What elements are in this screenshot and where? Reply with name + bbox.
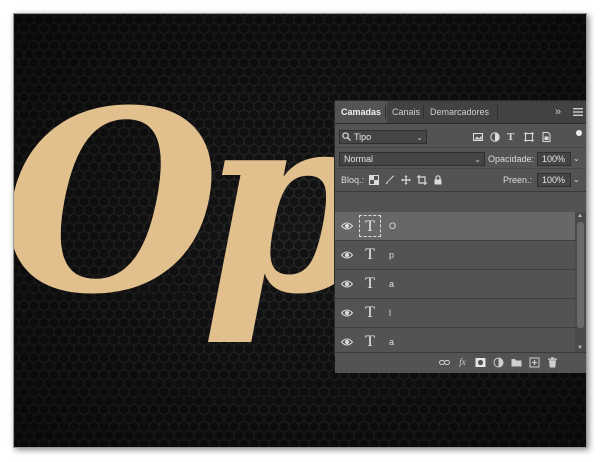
collapse-panel-button[interactable]: » (555, 101, 561, 123)
type-layer-thumbnail: T (365, 275, 375, 292)
layer-name[interactable]: l (389, 299, 391, 328)
opacity-label: Opacidade: (488, 154, 535, 164)
lock-artboard-icon[interactable] (417, 175, 427, 185)
fill-input[interactable]: 100% (537, 173, 571, 187)
opacity-input[interactable]: 100% (537, 152, 571, 166)
layer-name[interactable]: p (389, 241, 394, 270)
blend-mode-select[interactable]: Normal ⌄ (339, 152, 485, 166)
type-layer-thumbnail: T (365, 304, 375, 321)
layer-name[interactable]: a (389, 270, 394, 299)
lock-transparent-icon[interactable] (369, 175, 379, 185)
filter-kind-label: Tipo (354, 132, 372, 142)
tab-camadas[interactable]: Camadas (335, 101, 388, 123)
layer-list: T O T p T a T l T a (335, 212, 575, 352)
image-filter-icon[interactable] (473, 132, 483, 142)
layer-name[interactable]: a (389, 328, 394, 352)
fill-label: Preen.: (503, 175, 533, 185)
new-layer-icon[interactable] (529, 357, 540, 368)
search-icon (342, 132, 351, 141)
type-layer-thumbnail: T (359, 215, 381, 237)
eye-visibility-icon[interactable] (341, 337, 353, 347)
blend-mode-value: Normal (344, 154, 374, 164)
link-icon[interactable] (439, 357, 450, 368)
adjustment-filter-icon[interactable] (490, 132, 500, 142)
eye-visibility-icon[interactable] (341, 279, 353, 289)
photoshop-window: Opc Camadas Canais Demarcadores » Tipo ⌄… (13, 13, 587, 448)
type-layer-thumbnail: T (365, 246, 375, 263)
hamburger-menu-icon[interactable] (573, 107, 583, 117)
filter-kind-select[interactable]: Tipo ⌄ (339, 130, 427, 144)
layer-row[interactable]: T l (335, 299, 575, 328)
lock-all-icon[interactable] (433, 175, 443, 185)
type-filter-icon[interactable]: T (507, 131, 514, 143)
adjustment-icon[interactable] (493, 357, 504, 368)
layer-row[interactable]: T a (335, 328, 575, 352)
chevron-down-icon: ⌄ (416, 133, 423, 142)
fill-dropdown-icon[interactable]: ⌄ (573, 173, 580, 187)
lock-row: Bloq.: Preen.: 100% ⌄ (335, 168, 586, 192)
eye-visibility-icon[interactable] (341, 308, 353, 318)
opacity-dropdown-icon[interactable]: ⌄ (573, 152, 580, 166)
chevron-down-icon: ⌄ (474, 155, 481, 164)
trash-icon[interactable] (547, 357, 558, 368)
layer-list-scrollbar[interactable]: ▲ ▼ (575, 212, 586, 352)
scroll-up-arrow-icon[interactable]: ▲ (577, 213, 583, 219)
filter-toggle-switch[interactable] (576, 130, 582, 136)
type-layer-thumbnail: T (365, 333, 375, 350)
panel-footer: fx (335, 352, 586, 373)
tab-demarcadores[interactable]: Demarcadores (424, 101, 495, 123)
panel-tab-bar: Camadas Canais Demarcadores » (335, 101, 586, 124)
fx-icon[interactable]: fx (457, 357, 468, 368)
layer-name[interactable]: O (389, 212, 396, 241)
scrollbar-thumb[interactable] (577, 222, 584, 328)
layer-row[interactable]: T p (335, 241, 575, 270)
tab-separator (497, 105, 498, 119)
shape-filter-icon[interactable] (524, 132, 534, 142)
tab-canais[interactable]: Canais (386, 101, 426, 123)
layer-row[interactable]: T a (335, 270, 575, 299)
scroll-down-arrow-icon[interactable]: ▼ (577, 345, 583, 351)
lock-brush-icon[interactable] (385, 175, 395, 185)
filter-row: Tipo ⌄ T (335, 127, 586, 147)
lock-move-icon[interactable] (401, 175, 411, 185)
mask-icon[interactable] (475, 357, 486, 368)
blend-row: Normal ⌄ Opacidade: 100% ⌄ (335, 147, 586, 168)
opacity-value: 100% (542, 154, 566, 164)
fill-value: 100% (542, 175, 566, 185)
layer-row-selected[interactable]: T O (335, 212, 575, 241)
layers-panel: Camadas Canais Demarcadores » Tipo ⌄ T N… (334, 100, 586, 373)
eye-visibility-icon[interactable] (341, 250, 353, 260)
eye-visibility-icon[interactable] (341, 221, 353, 231)
folder-icon[interactable] (511, 357, 522, 368)
smart-object-filter-icon[interactable] (541, 132, 551, 142)
lock-label: Bloq.: (341, 175, 365, 185)
